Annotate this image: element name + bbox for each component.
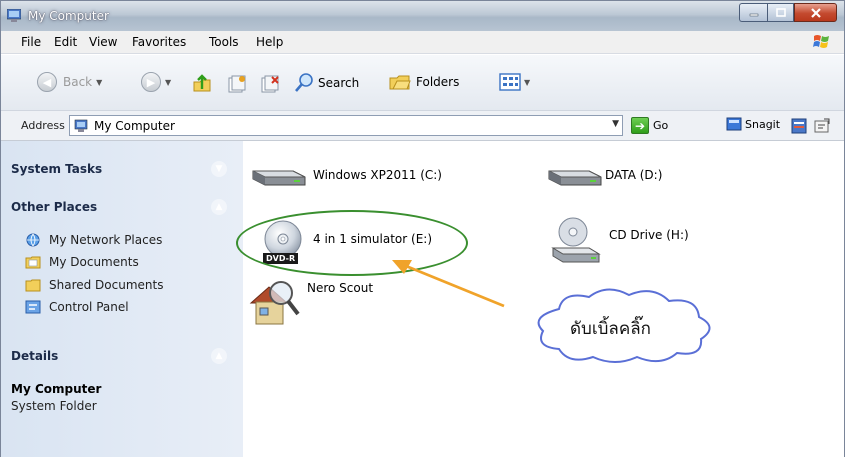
shared-documents-icon <box>25 279 41 292</box>
views-icon <box>499 73 521 91</box>
back-button[interactable]: ◀ Back ▼ <box>37 72 102 92</box>
task-pane: System Tasks ▼ Other Places ▲ My Network… <box>1 141 243 457</box>
drive-h[interactable]: CD Drive (H:) <box>549 216 689 266</box>
address-input[interactable]: My Computer ▼ <box>69 115 623 136</box>
views-button[interactable]: ▼ <box>499 72 530 92</box>
minimize-icon <box>749 13 758 16</box>
go-button[interactable]: ➔ Go <box>631 117 668 134</box>
forward-button[interactable]: ▶ ▼ <box>141 72 171 92</box>
menu-file[interactable]: File <box>21 35 41 49</box>
details-header[interactable]: Details <box>11 349 58 363</box>
explorer-window: My Computer File Edit View Favorites Too… <box>0 0 845 457</box>
details-item-name: My Computer <box>11 382 102 396</box>
search-icon <box>295 73 313 92</box>
my-computer-icon <box>74 119 88 132</box>
snagit-capture-icon[interactable] <box>814 118 830 134</box>
annotation-arrow <box>392 260 505 308</box>
snagit-button[interactable]: Snagit <box>726 117 780 131</box>
other-places-header[interactable]: Other Places <box>11 200 97 214</box>
nero-scout-label: Nero Scout <box>307 281 374 295</box>
drive-c[interactable]: Windows XP2011 (C:) <box>249 161 442 189</box>
move-to-icon[interactable] <box>227 74 247 94</box>
views-dropdown-icon: ▼ <box>524 77 531 87</box>
windows-logo-icon <box>813 35 829 48</box>
system-tasks-chevron-icon[interactable]: ▼ <box>211 161 227 177</box>
my-documents-icon <box>25 256 41 269</box>
system-tasks-header[interactable]: System Tasks <box>11 162 102 176</box>
link-my-network-places[interactable]: My Network Places <box>25 233 162 247</box>
standard-toolbar: ◀ Back ▼ ▶ ▼ Search Folders ▼ <box>1 55 844 111</box>
forward-arrow-icon: ▶ <box>141 72 161 92</box>
maximize-icon <box>775 7 786 17</box>
link-control-panel[interactable]: Control Panel <box>25 300 129 314</box>
up-folder-icon[interactable] <box>192 74 212 94</box>
close-icon <box>810 7 821 18</box>
nero-scout[interactable]: Nero Scout <box>247 275 373 329</box>
menu-edit[interactable]: Edit <box>54 35 77 49</box>
window-title: My Computer <box>28 9 109 23</box>
close-button[interactable] <box>794 3 837 22</box>
forward-dropdown-icon[interactable]: ▼ <box>165 78 171 87</box>
drive-c-label: Windows XP2011 (C:) <box>313 168 442 182</box>
control-panel-icon <box>25 300 41 314</box>
link-shared-documents[interactable]: Shared Documents <box>25 278 163 292</box>
drive-d-label: DATA (D:) <box>605 168 663 182</box>
address-label: Address <box>21 119 65 132</box>
link-my-documents[interactable]: My Documents <box>25 255 139 269</box>
menu-bar: File Edit View Favorites Tools Help <box>1 31 844 54</box>
other-places-chevron-icon[interactable]: ▲ <box>211 199 227 215</box>
drive-h-label: CD Drive (H:) <box>609 228 689 242</box>
delete-icon[interactable] <box>260 74 280 94</box>
menu-favorites[interactable]: Favorites <box>132 35 186 49</box>
nero-scout-icon <box>249 281 300 325</box>
minimize-button[interactable] <box>739 3 767 22</box>
my-computer-icon <box>7 9 21 22</box>
hard-drive-icon <box>548 170 602 186</box>
menu-view[interactable]: View <box>89 35 117 49</box>
address-bar: Address My Computer ▼ ➔ Go Snagit <box>1 111 844 141</box>
back-arrow-icon: ◀ <box>37 72 57 92</box>
go-arrow-icon: ➔ <box>631 117 649 134</box>
title-bar[interactable]: My Computer <box>1 1 844 31</box>
address-value: My Computer <box>94 119 175 133</box>
address-dropdown-icon[interactable]: ▼ <box>612 119 619 129</box>
details-item-type: System Folder <box>11 399 97 413</box>
maximize-button[interactable] <box>767 3 794 22</box>
menu-help[interactable]: Help <box>256 35 283 49</box>
snagit-icon <box>726 117 742 131</box>
snagit-window-icon[interactable] <box>791 118 807 134</box>
drive-d[interactable]: DATA (D:) <box>545 161 662 189</box>
search-button[interactable]: Search <box>293 72 359 94</box>
callout-text: ดับเบิ้ลคลิ๊ก <box>570 319 651 339</box>
folders-icon <box>389 75 411 90</box>
network-places-icon <box>26 233 40 247</box>
details-chevron-icon[interactable]: ▲ <box>211 348 227 364</box>
back-dropdown-icon[interactable]: ▼ <box>96 78 102 87</box>
folders-button[interactable]: Folders <box>389 72 459 92</box>
menu-tools[interactable]: Tools <box>209 35 239 49</box>
cd-drive-icon <box>551 217 601 263</box>
hard-drive-icon <box>252 170 306 186</box>
